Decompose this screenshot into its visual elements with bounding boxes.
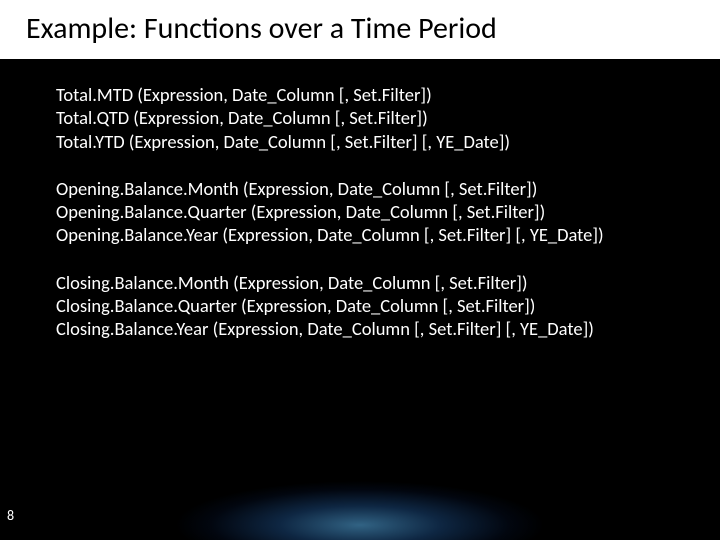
code-line: Opening.Balance.Month (Expression, Date_… [56, 177, 690, 200]
code-line: Total.MTD (Expression, Date_Column [, Se… [56, 83, 690, 106]
function-group-closing: Closing.Balance.Month (Expression, Date_… [56, 271, 690, 341]
slide-title: Example: Functions over a Time Period [0, 0, 720, 59]
code-line: Closing.Balance.Year (Expression, Date_C… [56, 317, 690, 340]
code-line: Total.YTD (Expression, Date_Column [, Se… [56, 130, 690, 153]
page-number: 8 [7, 507, 14, 524]
code-line: Closing.Balance.Month (Expression, Date_… [56, 271, 690, 294]
function-group-total: Total.MTD (Expression, Date_Column [, Se… [56, 83, 690, 153]
decorative-glow [130, 470, 590, 540]
code-line: Closing.Balance.Quarter (Expression, Dat… [56, 294, 690, 317]
code-line: Opening.Balance.Year (Expression, Date_C… [56, 223, 690, 246]
slide: Example: Functions over a Time Period To… [0, 0, 720, 540]
code-line: Total.QTD (Expression, Date_Column [, Se… [56, 106, 690, 129]
code-line: Opening.Balance.Quarter (Expression, Dat… [56, 200, 690, 223]
slide-body: Total.MTD (Expression, Date_Column [, Se… [0, 59, 720, 341]
function-group-opening: Opening.Balance.Month (Expression, Date_… [56, 177, 690, 247]
